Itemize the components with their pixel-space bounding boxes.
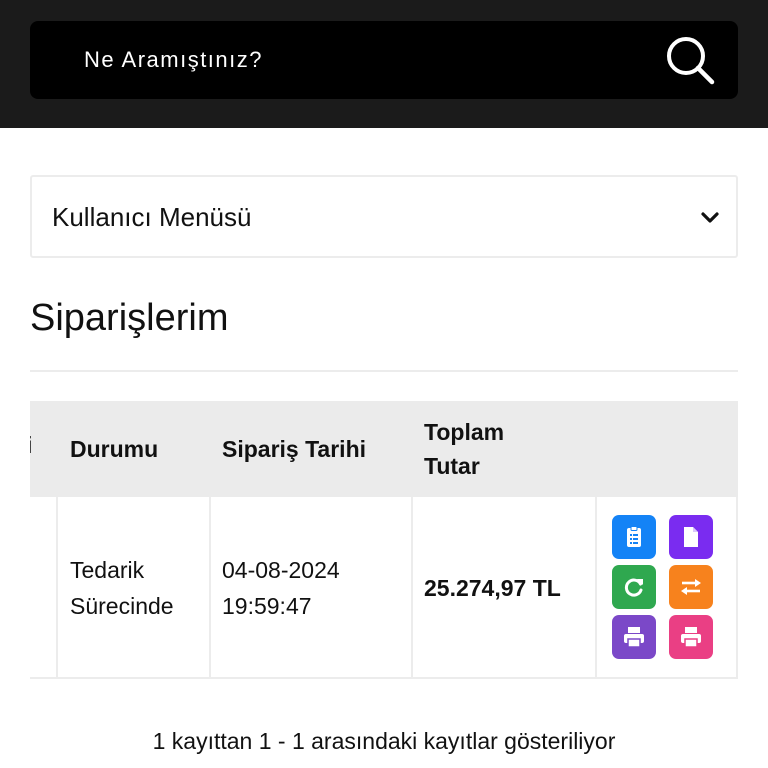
orders-table[interactable]: i Durumu Sipariş Tarihi Toplam Tutar Ted… <box>30 401 738 679</box>
column-divider <box>56 497 58 679</box>
title-divider <box>30 370 738 372</box>
arrows-exchange-icon <box>681 579 701 595</box>
page-title: Siparişlerim <box>30 297 229 339</box>
search-input[interactable]: Ne Aramıştınız? <box>84 47 263 73</box>
print-button[interactable] <box>612 615 656 659</box>
column-divider <box>595 497 597 679</box>
table-info-text: 1 kayıttan 1 - 1 arasındaki kayıtlar gös… <box>152 728 616 754</box>
printer-icon <box>624 627 644 648</box>
column-divider <box>209 497 211 679</box>
table-header: i Durumu Sipariş Tarihi Toplam Tutar <box>30 401 738 497</box>
column-divider <box>736 497 738 679</box>
print-alt-button[interactable] <box>669 615 713 659</box>
order-date-line1: 04-08-2024 <box>222 557 340 583</box>
search-box[interactable]: Ne Aramıştınız? <box>30 21 738 99</box>
order-total: 25.274,97 TL <box>424 575 561 601</box>
clipboard-list-icon <box>627 526 641 547</box>
header-date: Sipariş Tarihi <box>222 436 367 462</box>
order-status-line2: Sürecinde <box>70 593 174 619</box>
partial-column-header: i <box>30 432 32 459</box>
rotate-icon <box>624 578 643 597</box>
user-menu-dropdown[interactable]: Kullanıcı Menüsü <box>30 175 738 258</box>
exchange-button[interactable] <box>669 565 713 609</box>
header-total-line2: Tutar <box>424 453 480 479</box>
column-divider <box>411 497 413 679</box>
table-row[interactable]: Tedarik Sürecinde 04-08-2024 19:59:47 25… <box>30 497 738 679</box>
printer-icon <box>681 627 701 648</box>
order-date-line2: 19:59:47 <box>222 593 312 619</box>
invoice-button[interactable] <box>669 515 713 559</box>
order-detail-button[interactable] <box>612 515 656 559</box>
search-icon[interactable] <box>664 34 716 86</box>
refund-button[interactable] <box>612 565 656 609</box>
user-menu-label: Kullanıcı Menüsü <box>52 202 252 232</box>
top-bar: Ne Aramıştınız? <box>0 0 768 128</box>
chevron-down-icon <box>701 212 719 223</box>
document-icon <box>684 527 698 547</box>
header-status: Durumu <box>70 436 159 462</box>
header-total-line1: Toplam <box>424 419 505 445</box>
order-status-line1: Tedarik <box>70 557 145 583</box>
